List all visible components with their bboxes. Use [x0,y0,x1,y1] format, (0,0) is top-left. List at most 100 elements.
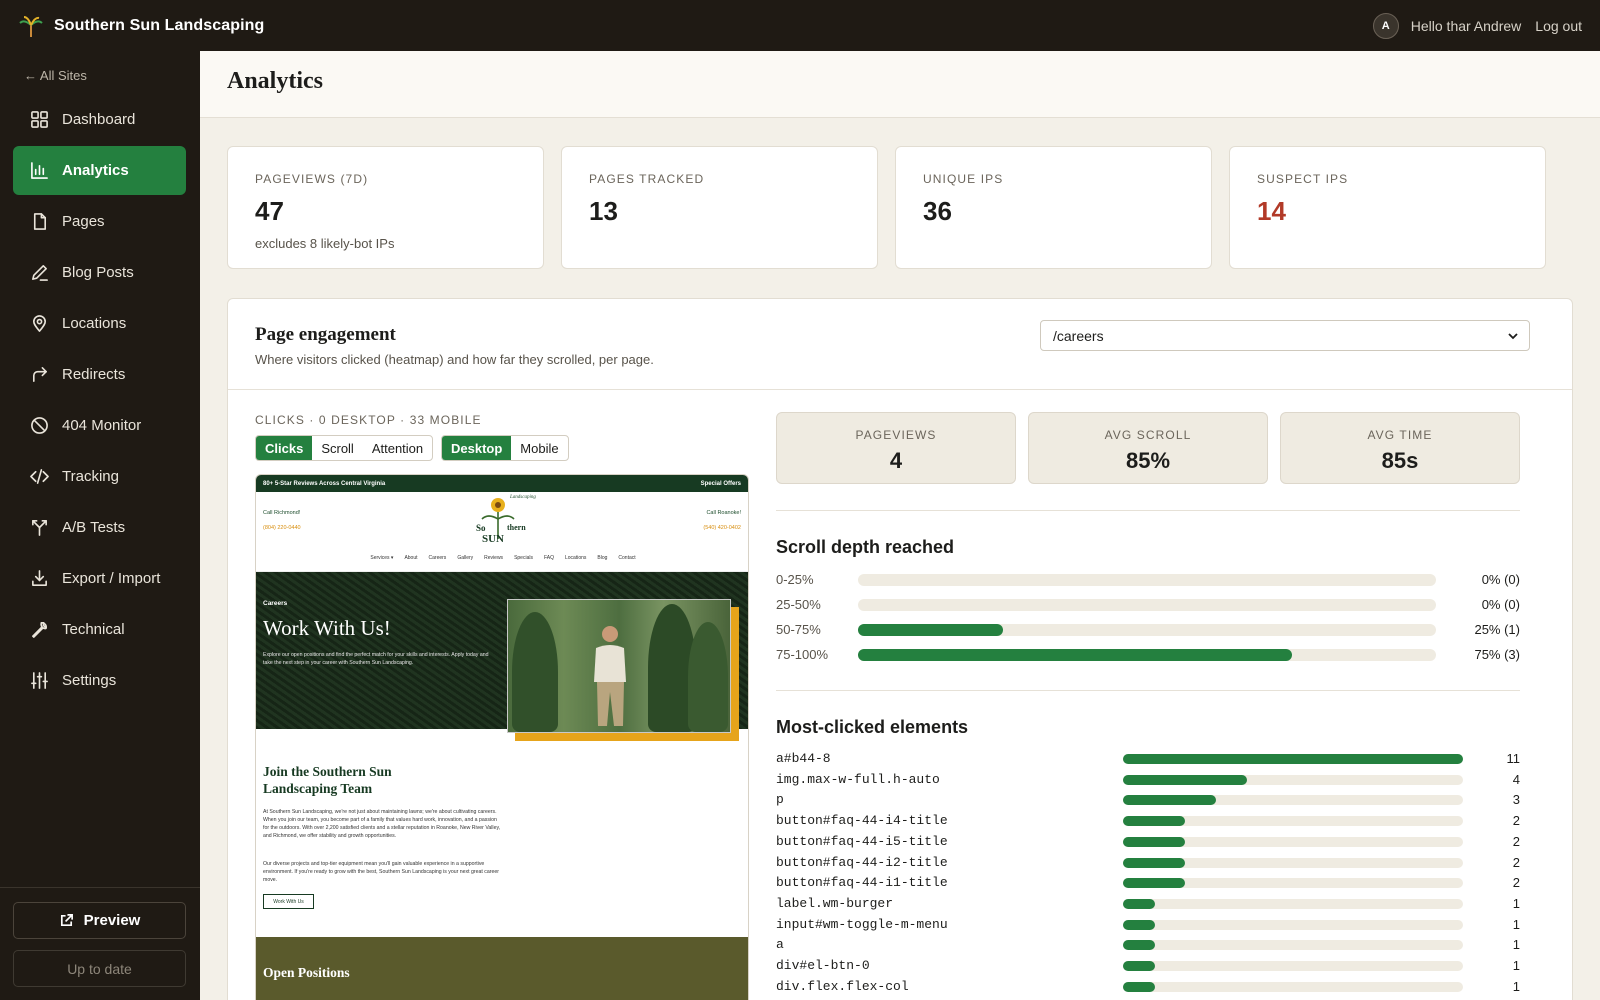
scroll-depth-value: 25% (1) [1474,622,1520,637]
metric-value: 4 [889,448,903,473]
sidebar-item-label: Redirects [62,366,126,383]
preview-header: Call Richmond! (804) 220-0440 Call Roano… [256,492,748,572]
preview-hero: Careers Work With Us! Explore our open p… [256,572,748,741]
preview-nav-item: Contact [618,555,636,561]
metric-label: PAGEVIEWS [855,428,937,442]
tab-attention[interactable]: Attention [363,436,432,460]
main-content: Analytics PAGEVIEWS (7D) 47 excludes 8 l… [200,51,1600,1000]
scroll-range-label: 0-25% [776,572,814,587]
sidebar-item-label: A/B Tests [62,519,126,536]
preview-button[interactable]: Preview [13,902,186,939]
clicked-element-selector: img.max-w-full.h-auto [776,771,940,787]
sidebar-item-blog-posts[interactable]: Blog Posts [13,248,186,297]
sidebar-item-404-monitor[interactable]: 404 Monitor [13,401,186,450]
clicked-element-row: img.max-w-full.h-auto 4 [776,772,1520,788]
top-bar: Southern Sun Landscaping A Hello thar An… [0,0,1600,51]
avatar[interactable]: A [1372,12,1399,39]
sidebar-item-label: Settings [62,672,117,689]
scroll-depth-row: 75-100% 75% (3) [776,647,1520,663]
brand[interactable]: Southern Sun Landscaping [18,13,264,39]
page-select[interactable]: /careers [1040,320,1530,351]
preview-nav: Services ▾ About Careers Gallery Reviews… [256,555,748,561]
stat-card-pages-tracked: PAGES TRACKED 13 [561,146,878,269]
sidebar-item-analytics[interactable]: Analytics [13,146,186,195]
clicked-element-row: button#faq-44-i2-title 2 [776,855,1520,871]
preview-reviews-text: 80+ 5-Star Reviews Across Central Virgin… [263,480,386,487]
code-icon [29,467,49,487]
scroll-depth-track [858,649,1436,661]
logo-script: Landscaping [510,495,536,500]
clicked-element-selector: button#faq-44-i1-title [776,875,948,891]
tab-desktop[interactable]: Desktop [442,436,512,460]
page-preview[interactable]: 80+ 5-Star Reviews Across Central Virgin… [255,474,749,1000]
sidebar-item-label: Dashboard [62,111,136,128]
scroll-depth-track [858,624,1436,636]
sidebar-item-locations[interactable]: Locations [13,299,186,348]
bar-chart-icon [29,161,49,181]
app-title: Southern Sun Landscaping [54,16,265,34]
user-greeting: Hello thar Andrew [1410,17,1522,34]
publish-status-button[interactable]: Up to date [13,950,186,987]
preview-logo: Landscaping So thern SUN [470,495,536,547]
sidebar-item-pages[interactable]: Pages [13,197,186,246]
sidebar-item-settings[interactable]: Settings [13,656,186,705]
metric-pageviews: PAGEVIEWS 4 [776,412,1016,484]
metric-value: 85s [1381,448,1419,473]
click-count-track [1123,961,1463,971]
preview-label: Preview [83,912,141,929]
scroll-depth-bar [858,649,1292,661]
click-count-bar [1123,898,1155,909]
click-count-track [1123,919,1463,930]
clicked-element-selector: p [776,792,784,808]
click-count-track [1123,836,1463,847]
tab-mobile[interactable]: Mobile [511,436,567,460]
preview-topbar: 80+ 5-Star Reviews Across Central Virgin… [256,475,748,492]
pencil-icon [29,263,49,283]
stat-value: 14 [1257,196,1286,226]
clicked-element-row: button#faq-44-i4-title 2 [776,813,1520,829]
tab-scroll[interactable]: Scroll [312,436,363,460]
scroll-depth-row: 0-25% 0% (0) [776,572,1520,588]
logout-link[interactable]: Log out [1535,18,1582,34]
all-sites-link[interactable]: ← All Sites [24,68,87,83]
person-photo-icon [594,626,626,726]
click-count-bar [1123,754,1463,764]
sidebar-item-dashboard[interactable]: Dashboard [13,95,186,144]
click-count: 1 [1512,958,1520,973]
redirect-arrow-icon [29,365,49,385]
preview-nav-item: Blog [597,555,608,561]
sidebar-item-tracking[interactable]: Tracking [13,452,186,501]
sidebar-item-ab-tests[interactable]: A/B Tests [13,503,186,552]
preview-nav-item: Services ▾ [370,555,394,561]
scroll-depth-track [858,574,1436,586]
scroll-range-label: 50-75% [776,622,821,637]
stat-label: SUSPECT IPS [1257,172,1349,186]
preview-paragraph: At Southern Sun Landscaping, we're not j… [263,809,501,839]
tree-shape [688,622,728,732]
stat-label: PAGEVIEWS (7D) [255,172,369,186]
sidebar-item-label: Analytics [62,162,129,179]
clicked-element-selector: button#faq-44-i2-title [776,854,948,870]
sidebar-item-export-import[interactable]: Export / Import [13,554,186,603]
tab-clicks[interactable]: Clicks [256,436,313,460]
sidebar-item-redirects[interactable]: Redirects [13,350,186,399]
stat-card-suspect-ips: SUSPECT IPS 14 [1229,146,1546,269]
panel-subtitle: Where visitors clicked (heatmap) and how… [255,352,654,367]
clicked-element-row: button#faq-44-i5-title 2 [776,834,1520,850]
section-divider [776,510,1520,511]
preview-nav-item: Gallery [457,555,474,561]
preview-nav-item: About [404,555,418,561]
scroll-depth-title: Scroll depth reached [776,537,955,557]
click-count-track [1123,898,1463,909]
click-count: 1 [1512,895,1520,911]
click-count-bar [1123,940,1155,951]
stat-value: 36 [923,196,952,226]
sidebar-item-technical[interactable]: Technical [13,605,186,654]
device-tabs: Desktop Mobile [441,435,569,461]
logo-text-so: So [476,523,486,533]
click-count-track [1123,816,1463,827]
preview-hero-photo [507,599,731,733]
stat-card-unique-ips: UNIQUE IPS 36 [895,146,1212,269]
preview-nav-item: Reviews [484,555,504,561]
sidebar-divider [0,887,200,888]
